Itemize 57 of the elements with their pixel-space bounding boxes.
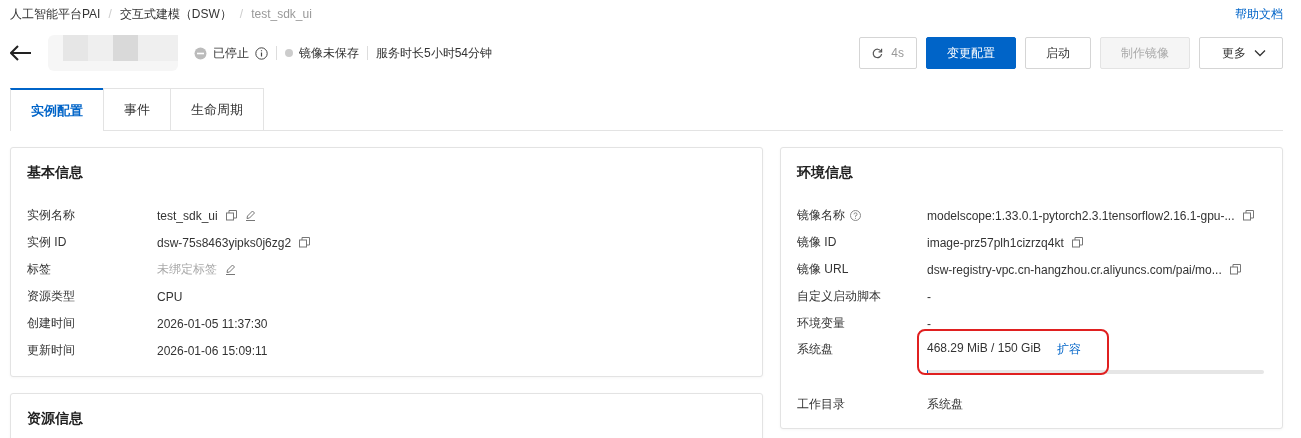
help-icon[interactable]: [850, 210, 861, 221]
status-text: 已停止: [213, 44, 249, 62]
field-label: 工作目录: [797, 396, 845, 413]
back-arrow-icon[interactable]: [10, 45, 32, 61]
refresh-icon: [872, 47, 884, 59]
field-label: 系统盘: [797, 341, 833, 358]
more-dropdown-button[interactable]: 更多: [1199, 37, 1283, 69]
expand-link[interactable]: 扩容: [1057, 341, 1082, 358]
field-label: 资源类型: [27, 288, 76, 305]
field-label: 环境变量: [797, 315, 845, 332]
field-label: 创建时间: [27, 315, 76, 332]
breadcrumb-separator: /: [239, 7, 244, 21]
field-value: test_sdk_ui: [157, 208, 218, 223]
field-value: CPU: [157, 289, 183, 304]
chevron-down-icon: [1254, 49, 1266, 57]
status-dot-icon: [285, 49, 293, 57]
field-value: modelscope:1.33.0.1-pytorch2.3.1tensorflow2.16.1-gpu-...: [927, 208, 1235, 223]
stopped-icon: [194, 46, 207, 60]
field-value: image-prz57plh1cizrzq4kt: [927, 235, 1064, 250]
edit-icon[interactable]: [225, 264, 236, 275]
copy-icon[interactable]: [1229, 264, 1241, 275]
card-title: 环境信息: [797, 164, 854, 182]
action-button[interactable]: 启动: [1025, 37, 1091, 69]
field-value: -: [927, 316, 931, 331]
field-value: 未绑定标签: [157, 261, 217, 278]
breadcrumb-separator: /: [108, 7, 112, 21]
help-link[interactable]: 帮助文档: [1235, 5, 1283, 23]
field-value: dsw-registry-vpc.cn-hangzhou.cr.aliyuncs.com/pai/mo...: [927, 262, 1222, 277]
breadcrumb-link[interactable]: 交互式建模（DSW）: [119, 5, 232, 23]
image-status-text: 镜像未保存: [299, 44, 359, 62]
duration-text: 服务时长5小时54分钟: [376, 44, 493, 62]
card-title: 基本信息: [27, 164, 84, 182]
field-label: 镜像 URL: [797, 261, 849, 278]
field-label: 更新时间: [27, 342, 76, 359]
field-label: 镜像 ID: [797, 234, 837, 251]
action-button[interactable]: 变更配置: [926, 37, 1016, 69]
field-label: 自定义启动脚本: [797, 288, 881, 305]
field-value: dsw-75s8463yipks0j6zg2: [157, 235, 292, 250]
field-label: 标签: [27, 261, 52, 278]
copy-icon[interactable]: [225, 210, 237, 221]
field-label: 实例名称: [27, 207, 76, 224]
tab[interactable]: 实例配置: [10, 88, 104, 131]
tab[interactable]: 生命周期: [170, 88, 264, 130]
field-label: 实例 ID: [27, 234, 68, 251]
card-title: 资源信息: [27, 410, 84, 428]
copy-icon[interactable]: [1071, 237, 1083, 248]
copy-icon[interactable]: [299, 237, 311, 248]
field-value: -: [927, 289, 931, 304]
info-icon[interactable]: [255, 46, 268, 60]
disk-usage-text: 468.29 MiB / 150 GiB: [927, 341, 1042, 357]
field-value: 系统盘: [927, 396, 963, 413]
field-value: 2026-01-05 11:37:30: [157, 316, 268, 331]
copy-icon[interactable]: [1242, 210, 1254, 221]
breadcrumb-link[interactable]: 人工智能平台PAI: [10, 5, 101, 23]
edit-icon[interactable]: [244, 210, 256, 221]
field-value: 2026-01-06 15:09:11: [157, 343, 268, 358]
field-label: 镜像名称: [797, 207, 845, 224]
